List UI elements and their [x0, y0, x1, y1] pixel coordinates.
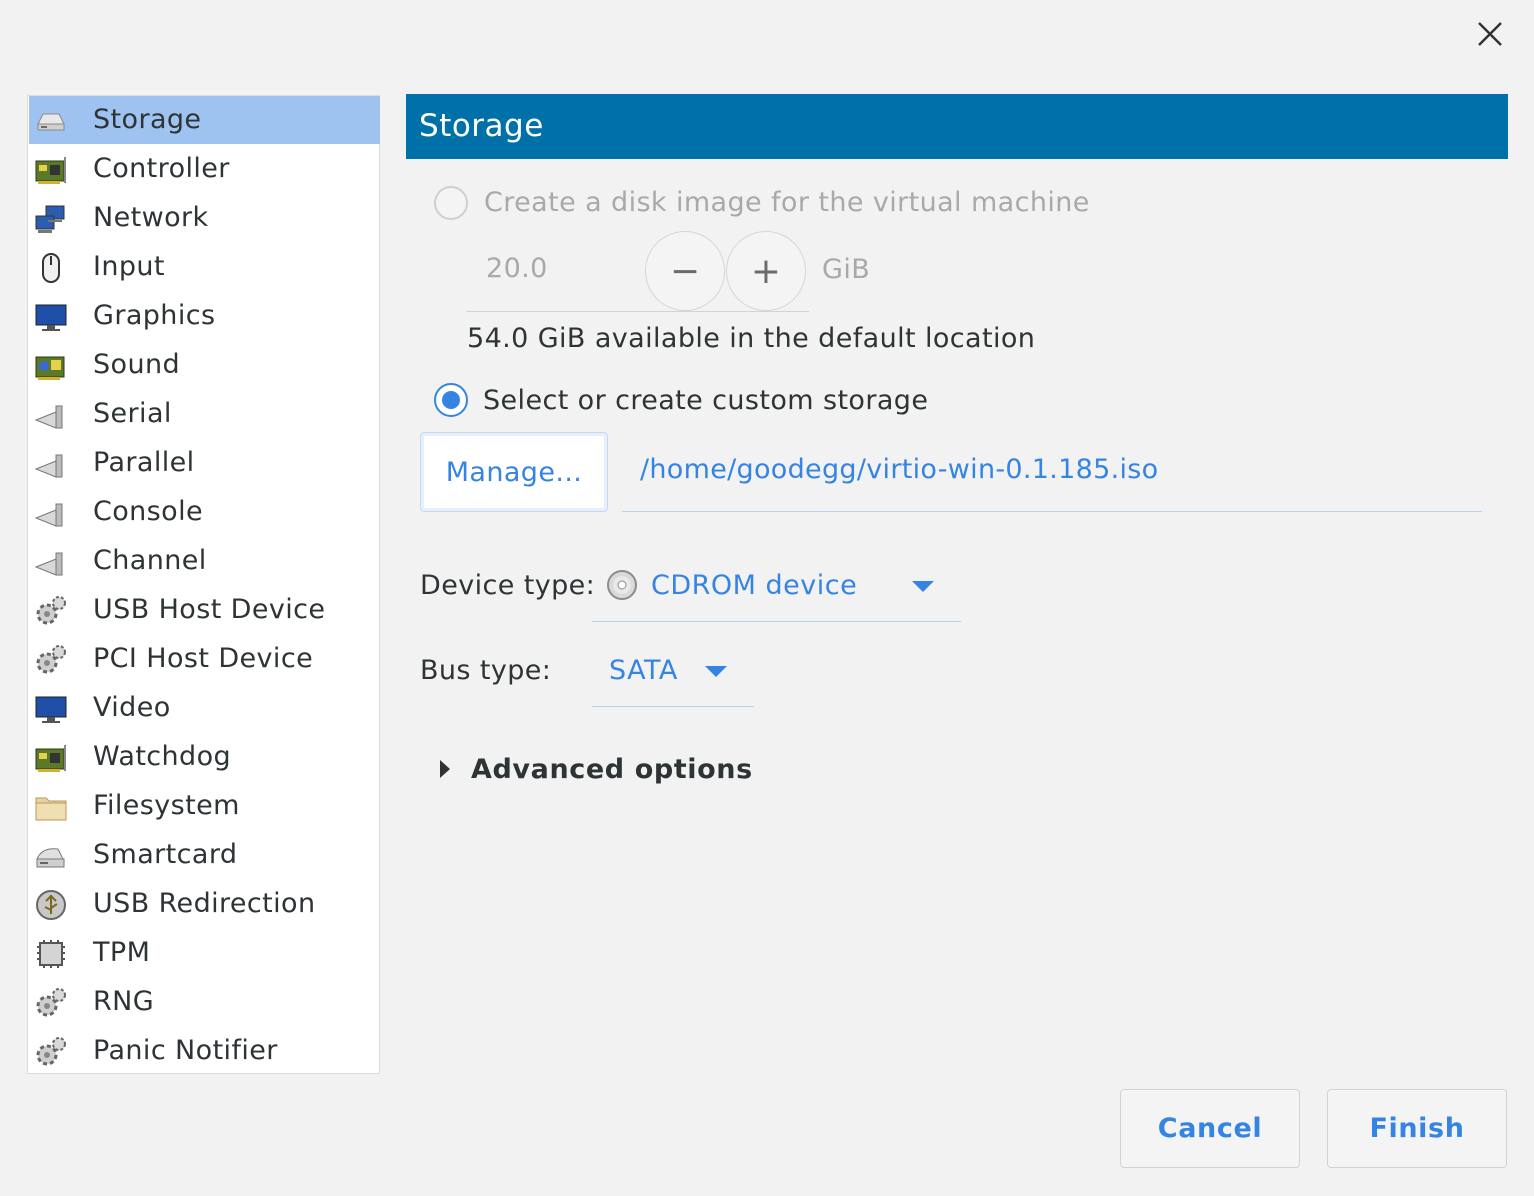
- sidebar-item-label: USB Host Device: [93, 594, 326, 625]
- sidebar-item-pci-host-device[interactable]: PCI Host Device: [29, 635, 380, 683]
- plus-icon: +: [750, 250, 782, 292]
- sidebar-item-console[interactable]: Console: [29, 488, 380, 536]
- manage-button[interactable]: Manage...: [420, 432, 608, 512]
- rng-gear-icon: [34, 986, 68, 1020]
- sidebar-item-label: Network: [93, 202, 209, 233]
- usb-redirection-icon: [34, 888, 68, 922]
- sidebar-item-label: Input: [93, 251, 165, 282]
- size-unit: GiB: [822, 254, 871, 285]
- sidebar-item-smartcard[interactable]: Smartcard: [29, 831, 380, 879]
- chevron-down-icon: [912, 581, 934, 592]
- bus-type-dropdown[interactable]: SATA: [592, 637, 754, 707]
- sidebar-item-label: Parallel: [93, 447, 195, 478]
- sidebar-item-label: Smartcard: [93, 839, 238, 870]
- sidebar-item-tpm[interactable]: TPM: [29, 929, 380, 977]
- mouse-icon: [34, 251, 68, 285]
- harddisk-icon: [34, 104, 68, 138]
- increase-size-button[interactable]: +: [726, 231, 806, 311]
- sidebar-item-channel[interactable]: Channel: [29, 537, 380, 585]
- sidebar-item-serial[interactable]: Serial: [29, 390, 380, 438]
- video-monitor-icon: [34, 692, 68, 726]
- sidebar-item-label: PCI Host Device: [93, 643, 314, 674]
- parallel-port-icon: [34, 447, 68, 481]
- folder-icon: [34, 790, 68, 824]
- bus-type-label: Bus type:: [420, 655, 552, 686]
- minus-icon: −: [669, 250, 701, 292]
- cdrom-disc-icon: [606, 569, 638, 605]
- hardware-list: Storage Controller Network Input Graphic…: [27, 95, 380, 1074]
- sidebar-item-label: Video: [93, 692, 171, 723]
- sound-card-icon: [34, 349, 68, 383]
- custom-storage-label: Select or create custom storage: [483, 385, 929, 416]
- controller-card-icon: [34, 153, 68, 187]
- sidebar-item-watchdog[interactable]: Watchdog: [29, 733, 380, 781]
- sidebar-item-label: Serial: [93, 398, 172, 429]
- smartcard-reader-icon: [34, 839, 68, 873]
- sidebar-item-usb-host-device[interactable]: USB Host Device: [29, 586, 380, 634]
- sidebar-item-usb-redirection[interactable]: USB Redirection: [29, 880, 380, 928]
- channel-port-icon: [34, 545, 68, 579]
- monitor-icon: [34, 300, 68, 334]
- storage-path-input[interactable]: /home/goodegg/virtio-win-0.1.185.iso: [622, 432, 1482, 512]
- sidebar-item-label: Graphics: [93, 300, 216, 331]
- decrease-size-button[interactable]: −: [645, 231, 725, 311]
- expander-arrow-icon: [440, 760, 450, 778]
- tpm-chip-icon: [34, 937, 68, 971]
- storage-path-value: /home/goodegg/virtio-win-0.1.185.iso: [640, 454, 1159, 485]
- sidebar-item-label: Panic Notifier: [93, 1035, 278, 1066]
- sidebar-item-panic-notifier[interactable]: Panic Notifier: [29, 1027, 380, 1075]
- device-type-value: CDROM device: [651, 570, 858, 601]
- console-port-icon: [34, 496, 68, 530]
- close-icon: [1478, 22, 1502, 46]
- chevron-down-icon: [705, 666, 727, 677]
- sidebar-item-rng[interactable]: RNG: [29, 978, 380, 1026]
- sidebar-item-input[interactable]: Input: [29, 243, 380, 291]
- sidebar-item-controller[interactable]: Controller: [29, 145, 380, 193]
- sidebar-item-parallel[interactable]: Parallel: [29, 439, 380, 487]
- sidebar-item-sound[interactable]: Sound: [29, 341, 380, 389]
- close-button[interactable]: [1466, 12, 1514, 56]
- available-space-text: 54.0 GiB available in the default locati…: [467, 323, 1036, 354]
- network-icon: [34, 202, 68, 236]
- finish-button[interactable]: Finish: [1327, 1089, 1507, 1168]
- sidebar-item-label: TPM: [93, 937, 151, 968]
- pci-host-gear-icon: [34, 643, 68, 677]
- device-type-dropdown[interactable]: CDROM device: [592, 552, 961, 622]
- advanced-options-label: Advanced options: [471, 753, 753, 785]
- device-type-label: Device type:: [420, 570, 596, 601]
- cancel-button[interactable]: Cancel: [1120, 1089, 1300, 1168]
- sidebar-item-label: Filesystem: [93, 790, 240, 821]
- page-title: Storage: [406, 94, 1508, 159]
- advanced-options-expander[interactable]: Advanced options: [434, 748, 753, 790]
- sidebar-item-label: Channel: [93, 545, 207, 576]
- sidebar-item-label: Sound: [93, 349, 181, 380]
- watchdog-card-icon: [34, 741, 68, 775]
- sidebar-item-filesystem[interactable]: Filesystem: [29, 782, 380, 830]
- create-disk-radio[interactable]: [434, 186, 468, 220]
- sidebar-item-label: Watchdog: [93, 741, 232, 772]
- sidebar-item-label: Storage: [93, 104, 202, 135]
- sidebar-item-storage[interactable]: Storage: [29, 96, 380, 144]
- create-disk-label: Create a disk image for the virtual mach…: [484, 187, 1090, 218]
- disk-size-value: 20.0: [486, 253, 548, 284]
- custom-storage-radio[interactable]: [434, 383, 468, 417]
- sidebar-item-video[interactable]: Video: [29, 684, 380, 732]
- usb-host-gear-icon: [34, 594, 68, 628]
- sidebar-item-label: Console: [93, 496, 203, 527]
- serial-port-icon: [34, 398, 68, 432]
- bus-type-value: SATA: [609, 655, 678, 686]
- sidebar-item-network[interactable]: Network: [29, 194, 380, 242]
- sidebar-item-label: RNG: [93, 986, 155, 1017]
- sidebar-item-label: Controller: [93, 153, 230, 184]
- sidebar-item-label: USB Redirection: [93, 888, 316, 919]
- sidebar-item-graphics[interactable]: Graphics: [29, 292, 380, 340]
- panic-notifier-gear-icon: [34, 1035, 68, 1069]
